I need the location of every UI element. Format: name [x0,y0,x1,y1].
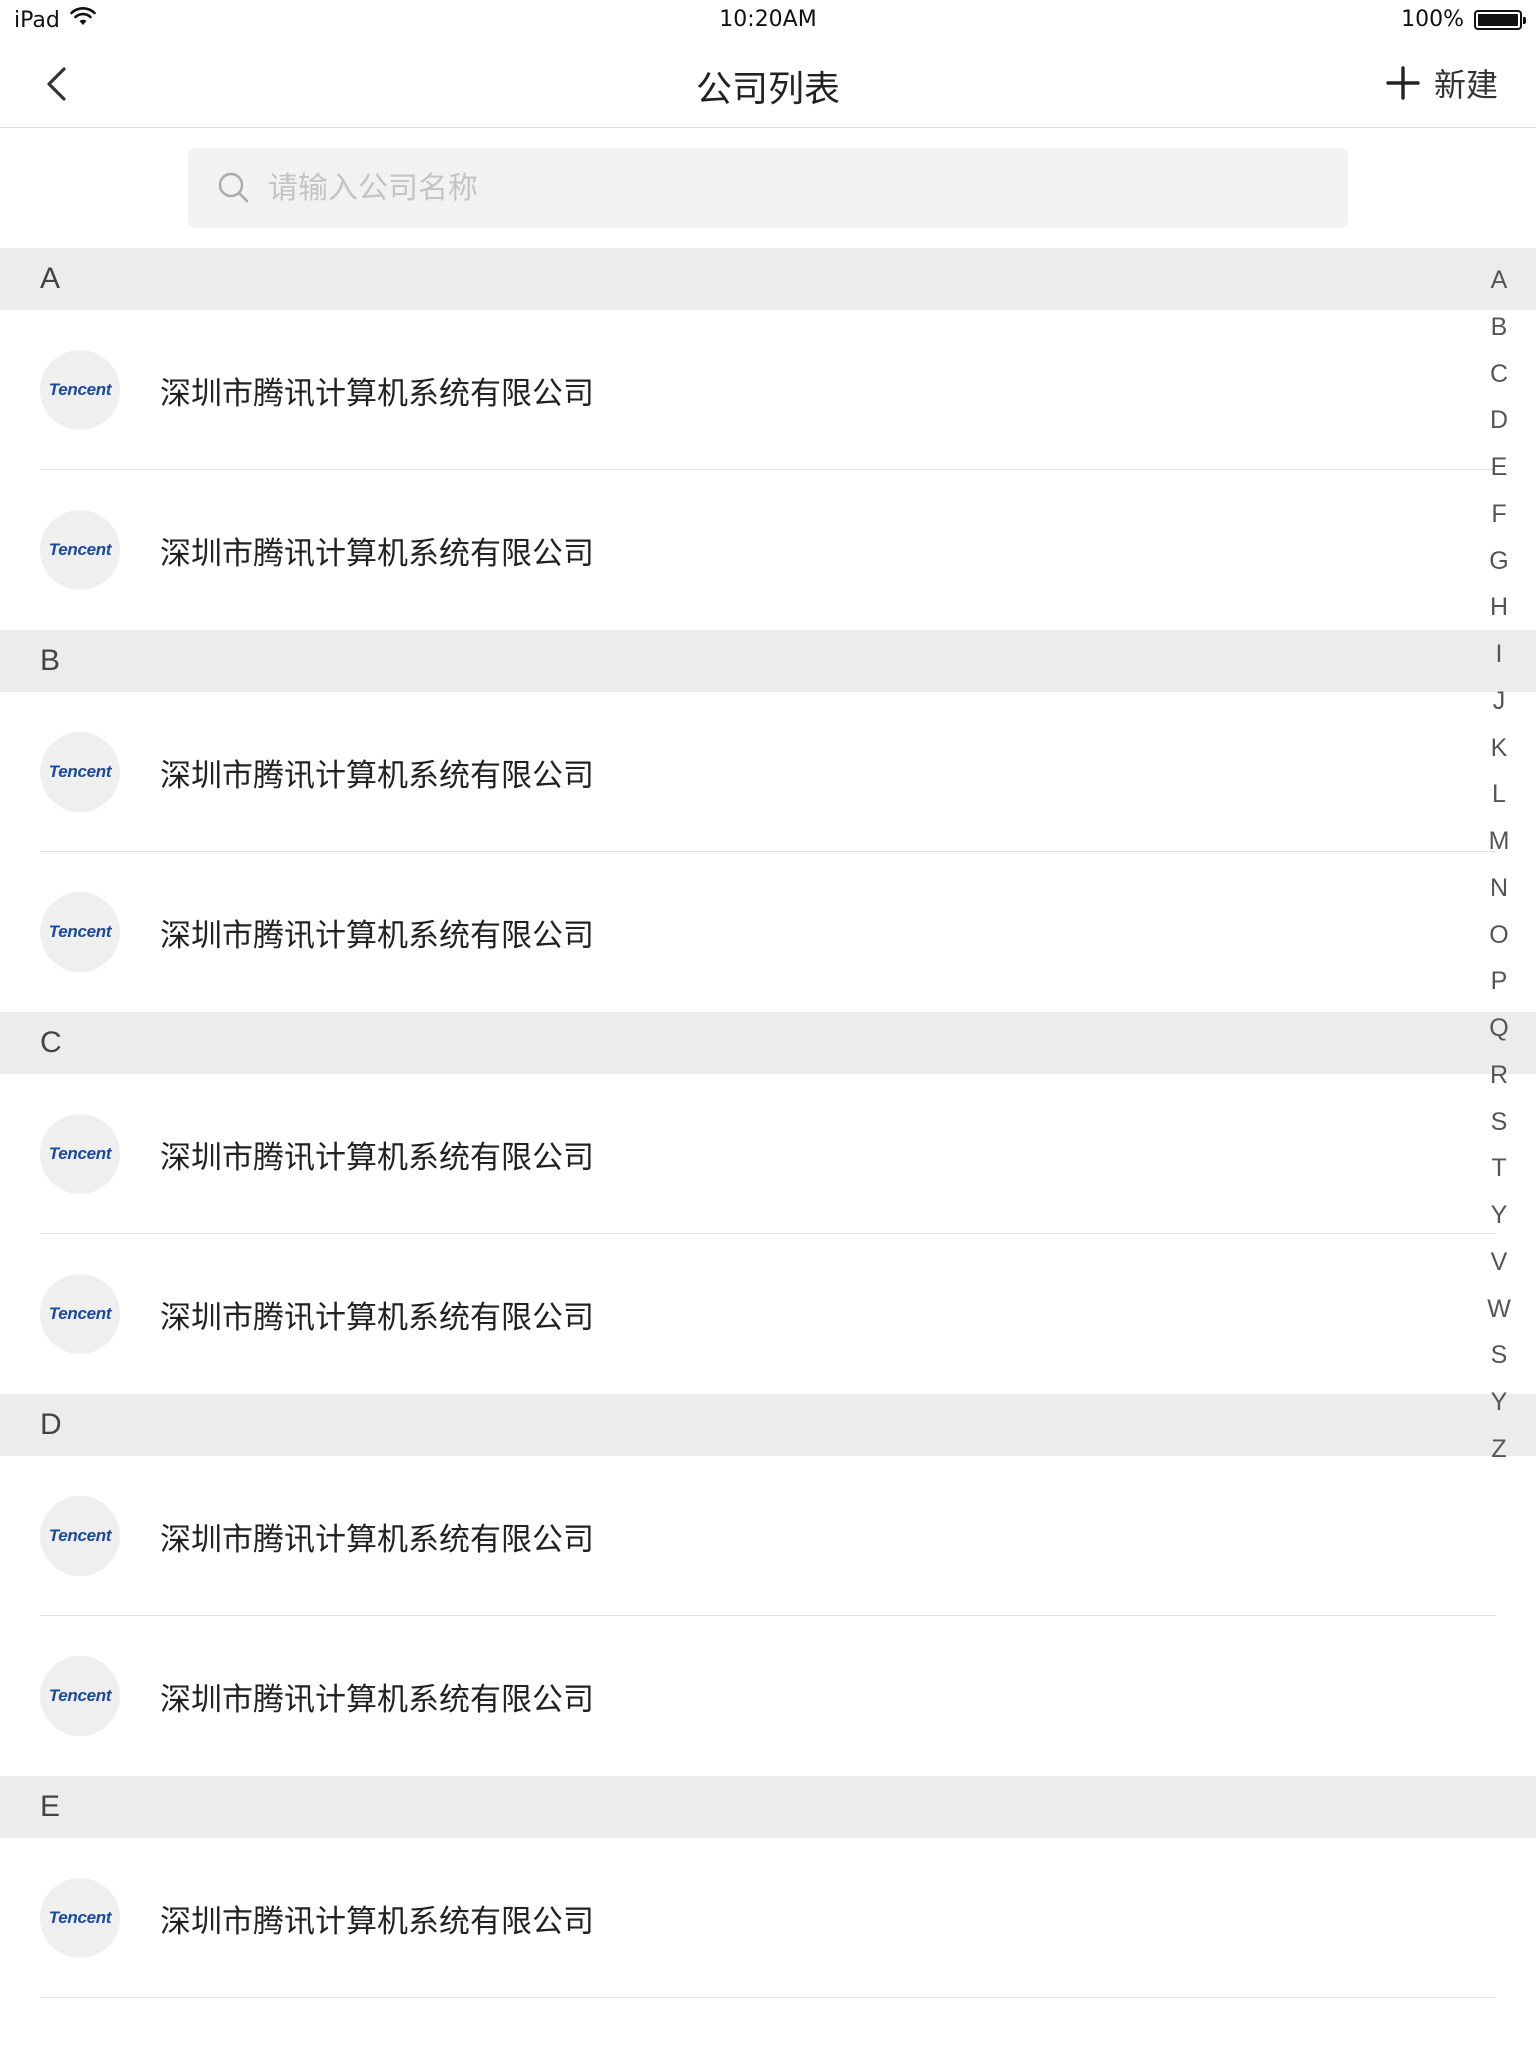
section-header: D [0,1394,1536,1456]
company-row[interactable]: Tencent 深圳市腾讯计算机系统有限公司 [0,852,1536,1012]
index-letter[interactable]: G [1489,543,1508,590]
chevron-left-icon [47,67,66,101]
index-letter[interactable]: T [1491,1150,1506,1197]
company-logo-text: Tencent [48,1686,112,1705]
company-logo: Tencent [40,510,120,590]
index-letter[interactable]: K [1491,730,1508,777]
company-name: 深圳市腾讯计算机系统有限公司 [160,375,594,412]
company-row[interactable]: Tencent 深圳市腾讯计算机系统有限公司 [0,1456,1536,1616]
company-name: 深圳市腾讯计算机系统有限公司 [160,1521,594,1558]
company-row[interactable]: Tencent 深圳市腾讯计算机系统有限公司 [0,1838,1536,1998]
index-letter[interactable]: W [1487,1291,1511,1338]
index-letter[interactable]: V [1491,1244,1508,1291]
battery-icon [1474,9,1526,30]
company-logo: Tencent [40,350,120,430]
index-letter[interactable]: O [1489,917,1508,964]
company-logo: Tencent [40,1114,120,1194]
company-logo-text: Tencent [48,1144,112,1163]
index-letter[interactable]: I [1496,636,1503,683]
company-logo-text: Tencent [48,540,112,559]
index-letter[interactable]: F [1491,496,1506,543]
index-letter[interactable]: E [1491,449,1508,496]
company-name: 深圳市腾讯计算机系统有限公司 [160,1299,594,1336]
company-row[interactable]: Tencent 深圳市腾讯计算机系统有限公司 [0,1616,1536,1776]
section-header: A [0,248,1536,310]
company-logo-text: Tencent [48,1908,112,1927]
company-logo: Tencent [40,1274,120,1354]
company-row[interactable]: Tencent 深圳市腾讯计算机系统有限公司 [0,1234,1536,1394]
plus-icon [1386,66,1420,100]
index-letter[interactable]: C [1490,356,1508,403]
page-title: 公司列表 [695,69,840,110]
search-box[interactable] [188,148,1348,228]
status-right: 100% [1401,7,1526,32]
index-letter[interactable]: H [1490,589,1508,636]
company-name: 深圳市腾讯计算机系统有限公司 [160,917,594,954]
status-bar: iPad 10:20AM 100% [0,0,1536,40]
company-logo-text: Tencent [48,380,112,399]
back-button[interactable] [34,62,78,106]
index-letter[interactable]: N [1490,870,1508,917]
section-header: E [0,1776,1536,1838]
company-logo: Tencent [40,732,120,812]
index-letter[interactable]: S [1491,1337,1508,1384]
company-logo-text: Tencent [48,1304,112,1323]
company-name: 深圳市腾讯计算机系统有限公司 [160,1139,594,1176]
company-row[interactable]: Tencent 深圳市腾讯计算机系统有限公司 [0,1074,1536,1234]
index-letter[interactable]: L [1492,776,1506,823]
nav-bar: 公司列表 新建 [0,40,1536,128]
company-name: 深圳市腾讯计算机系统有限公司 [160,535,594,572]
index-letter[interactable]: B [1491,309,1508,356]
battery-percent: 100% [1401,7,1464,32]
index-letter[interactable]: D [1490,402,1508,449]
index-letter[interactable]: A [1491,262,1508,309]
index-letter[interactable]: J [1493,683,1506,730]
index-letter[interactable]: R [1490,1057,1508,1104]
company-name: 深圳市腾讯计算机系统有限公司 [160,757,594,794]
company-logo-text: Tencent [48,762,112,781]
search-input[interactable] [268,170,1268,206]
index-letter[interactable]: Q [1489,1010,1508,1057]
index-letter[interactable]: M [1489,823,1510,870]
company-logo: Tencent [40,1656,120,1736]
company-name: 深圳市腾讯计算机系统有限公司 [160,1903,594,1940]
company-list: A Tencent 深圳市腾讯计算机系统有限公司 Tencent 深圳市腾讯计算机系统有… [0,248,1536,1998]
index-letter[interactable]: S [1491,1104,1508,1151]
section-header: C [0,1012,1536,1074]
search-bar [0,129,1536,248]
status-time: 10:20AM [719,7,817,32]
section-header: B [0,630,1536,692]
index-letter[interactable]: Z [1491,1431,1506,1478]
company-row[interactable]: Tencent 深圳市腾讯计算机系统有限公司 [0,310,1536,470]
company-logo: Tencent [40,892,120,972]
company-name: 深圳市腾讯计算机系统有限公司 [160,1681,594,1718]
company-logo: Tencent [40,1496,120,1576]
new-button[interactable]: 新建 [1386,60,1498,106]
index-letter[interactable]: Y [1491,1384,1508,1431]
alphabet-index[interactable]: ABCDEFGHIJKLMNOPQRSTYVWSYZ [1482,262,1516,1478]
index-letter[interactable]: P [1491,963,1508,1010]
company-row[interactable]: Tencent 深圳市腾讯计算机系统有限公司 [0,470,1536,630]
company-logo: Tencent [40,1878,120,1958]
new-button-label: 新建 [1433,66,1498,104]
company-row[interactable]: Tencent 深圳市腾讯计算机系统有限公司 [0,692,1536,852]
search-icon [218,172,249,203]
index-letter[interactable]: Y [1491,1197,1508,1244]
company-logo-text: Tencent [48,1526,112,1545]
company-logo-text: Tencent [48,922,112,941]
